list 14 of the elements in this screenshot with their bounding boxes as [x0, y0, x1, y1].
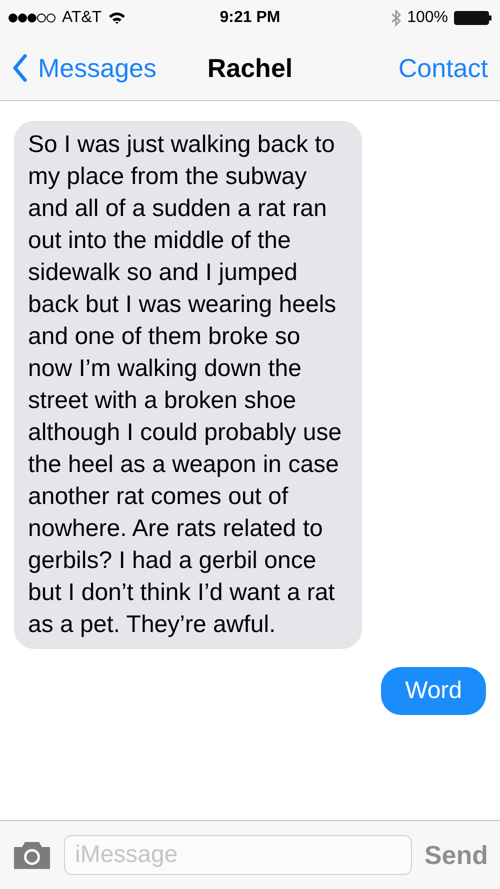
carrier-label: AT&T — [62, 9, 102, 27]
wifi-icon — [108, 11, 126, 25]
sent-message: Word — [381, 667, 486, 715]
battery-percent: 100% — [407, 9, 448, 27]
contact-button[interactable]: Contact — [398, 52, 488, 84]
contact-name: Rachel — [207, 52, 293, 84]
back-chevron-icon — [12, 54, 28, 82]
battery-icon — [454, 11, 492, 25]
clock-time: 9:21 PM — [220, 9, 280, 27]
camera-icon[interactable] — [12, 840, 52, 870]
signal-icon — [8, 13, 56, 23]
received-message: So I was just walking back to my place from the subway and all of a sudden a rat ran out into the middle of the sidewalk so and I jumped back but I was wearing heels and one of them broke so now I’m walking down the street with a broken shoe although I could probably use the heel as a weapon in case another rat comes out of nowhere. Are rats related to gerbils? I had a gerbil once but I don’t think I’d want a rat as a pet. They’re awful. — [14, 121, 362, 649]
back-button[interactable]: Messages — [12, 52, 156, 84]
bluetooth-icon — [391, 9, 402, 27]
